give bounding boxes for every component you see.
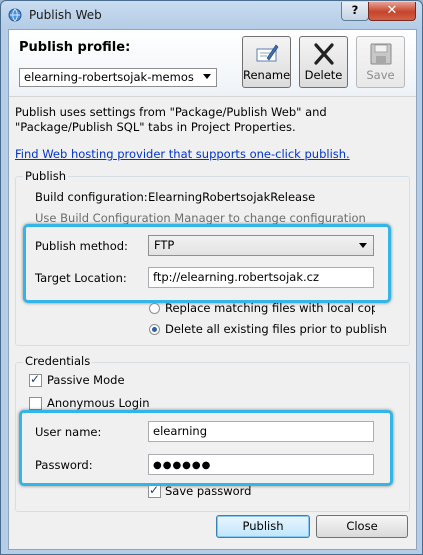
target-location-label: Target Location: [35,271,127,285]
save-label: Save [366,68,395,82]
close-button-label: Close [346,519,378,533]
publish-button-label: Publish [242,519,284,533]
dialog-body: Publish profile: elearning-robertsojak-m… [8,29,417,550]
chevron-down-icon [203,74,211,79]
publish-method-label: Publish method: [35,239,128,253]
profile-header: Publish profile: elearning-robertsojak-m… [9,30,416,97]
publish-method-select[interactable]: FTP [148,235,374,256]
help-button[interactable]: ? [341,2,369,21]
publish-profile-select[interactable]: elearning-robertsojak-memos [19,68,217,87]
delete-button[interactable]: Delete [299,36,348,88]
username-label: User name: [35,425,102,439]
help-icon: ? [351,3,359,17]
password-label: Password: [35,458,93,472]
checkmark-icon: ✓ [30,372,41,386]
publish-profile-label: Publish profile: [19,40,131,55]
chevron-down-icon [359,243,367,248]
delete-label: Delete [304,68,343,82]
replace-matching-label: Replace matching files with local copies [165,301,375,315]
rename-button[interactable]: Rename [242,36,291,88]
target-location-input[interactable]: ftp://elearning.robertsojak.cz [148,267,374,288]
rename-label: Rename [243,68,291,82]
hosting-provider-link[interactable]: Find Web hosting provider that supports … [15,147,350,161]
close-icon: ✕ [386,3,398,18]
passive-mode-label: Passive Mode [47,373,125,387]
save-password-label: Save password [165,484,252,498]
publish-web-dialog: Publish Web ? ✕ Publish profile: elearni… [0,0,423,555]
username-input[interactable]: elearning [148,421,374,442]
title-bar[interactable]: Publish Web ? ✕ [1,1,422,29]
publish-web-icon [8,8,22,22]
save-button[interactable]: Save [356,36,405,88]
delete-icon [314,43,334,65]
publish-method-value: FTP [154,238,175,252]
credentials-group-label: Credentials [23,354,93,368]
username-value: elearning [153,424,207,438]
publish-description: Publish uses settings from "Package/Publ… [15,105,327,134]
password-input[interactable]: ●●●●●● [148,454,374,475]
save-icon [370,43,392,65]
build-config-label: Build configuration: [35,190,148,204]
publish-profile-value: elearning-robertsojak-memos [24,70,194,84]
anonymous-login-checkbox[interactable] [29,397,42,410]
publish-group-label: Publish [23,169,68,183]
build-config-hint: Use Build Configuration Manager to chang… [35,211,366,225]
window-title: Publish Web [29,8,102,22]
replace-matching-radio[interactable] [149,303,160,314]
passive-mode-checkbox[interactable]: ✓ [29,372,42,387]
build-config-value: ElearningRobertsojakRelease [148,190,316,204]
rename-icon [256,44,279,62]
save-password-checkbox[interactable]: ✓ [148,483,161,498]
delete-existing-radio[interactable] [149,324,160,335]
delete-existing-label: Delete all existing files prior to publi… [165,322,387,336]
target-location-value: ftp://elearning.robertsojak.cz [153,270,319,284]
anonymous-login-label: Anonymous Login [47,396,150,410]
window-close-button[interactable]: ✕ [368,2,416,21]
password-value: ●●●●●● [153,460,212,471]
publish-button[interactable]: Publish [216,515,310,538]
close-button[interactable]: Close [316,515,408,538]
checkmark-icon: ✓ [149,483,160,497]
